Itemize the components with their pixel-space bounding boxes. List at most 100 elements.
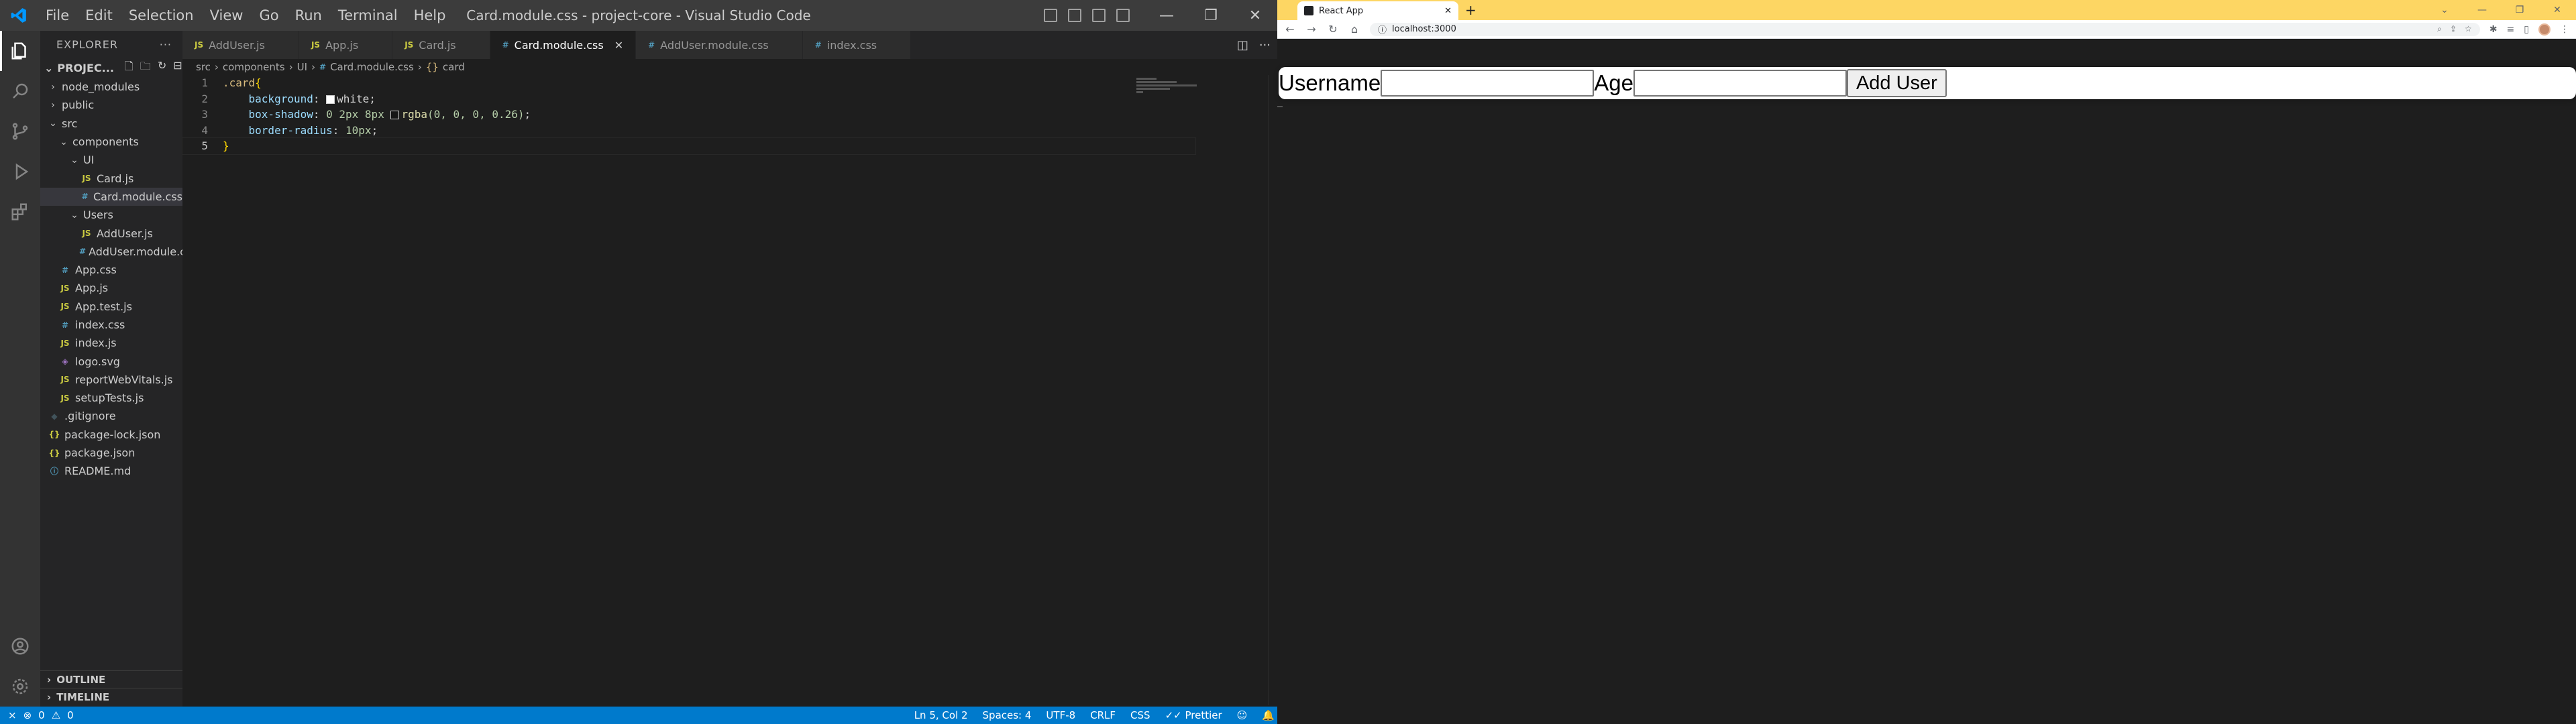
back-arrow-icon[interactable]: ← [1284,23,1296,36]
minimize-icon[interactable]: — [1144,0,1189,31]
remote-icon[interactable]: ⨯ [8,709,17,721]
new-tab-icon[interactable]: + [1465,1,1477,20]
color-swatch-icon[interactable] [390,111,400,119]
close-tab-icon[interactable]: ✕ [614,39,623,52]
more-actions-icon[interactable]: ··· [160,38,172,51]
breadcrumb-ui[interactable]: UI [297,61,307,73]
editor-tab[interactable]: JS Card.js [392,31,490,59]
menu-selection[interactable]: Selection [121,0,202,31]
menu-kebab-icon[interactable]: ⋮ [2560,24,2569,35]
minimap[interactable] [1136,78,1203,98]
extensions-icon[interactable] [0,192,40,232]
refresh-icon[interactable]: ↻ [158,59,166,77]
menu-edit[interactable]: Edit [77,0,121,31]
tree-item[interactable]: JS App.js [40,279,182,297]
address-bar[interactable]: ⓘ localhost:3000 ⌕ ⇪ ☆ [1370,22,2480,36]
menu-file[interactable]: File [38,0,77,31]
encoding[interactable]: UTF-8 [1046,709,1075,721]
tree-item[interactable]: › node_modules [40,78,182,96]
tree-item[interactable]: JS reportWebVitals.js [40,371,182,389]
project-root[interactable]: ⌄ PROJEC... 🗋 🗀 ↻ ⊟ [40,58,182,78]
restore-icon[interactable]: ❐ [2501,0,2538,20]
menu-view[interactable]: View [202,0,252,31]
outline-section[interactable]: › OUTLINE [40,670,182,688]
toggle-panel-icon[interactable] [1068,9,1081,22]
tree-item[interactable]: › public [40,96,182,114]
accounts-icon[interactable] [0,626,40,666]
minimize-icon[interactable]: — [2463,0,2501,20]
bookmark-star-icon[interactable]: ☆ [2465,24,2472,34]
timeline-section[interactable]: › TIMELINE [40,688,182,705]
cursor-position[interactable]: Ln 5, Col 2 [914,709,968,721]
customize-layout-icon[interactable] [1116,9,1130,22]
editor-tab[interactable]: # index.css [802,31,912,59]
menu-go[interactable]: Go [251,0,286,31]
breadcrumb-src[interactable]: src [196,61,211,73]
search-icon[interactable] [0,71,40,111]
collapse-all-icon[interactable]: ⊟ [173,59,182,77]
color-swatch-icon[interactable] [326,95,335,104]
home-icon[interactable]: ⌂ [1348,23,1360,36]
tree-item[interactable]: JS index.js [40,334,182,352]
profile-avatar[interactable] [2538,23,2551,36]
end-of-line[interactable]: CRLF [1090,709,1116,721]
breadcrumb-components[interactable]: components [223,61,285,73]
username-input[interactable] [1381,70,1595,97]
split-editor-icon[interactable]: ◫ [1237,38,1248,52]
editor-tab[interactable]: # Card.module.css ✕ [490,31,637,59]
tree-item[interactable]: ◆ .gitignore [40,407,182,425]
zoom-icon[interactable]: ⌕ [2437,24,2442,34]
add-user-button[interactable]: Add User [1846,69,1947,97]
menu-run[interactable]: Run [287,0,330,31]
tree-item[interactable]: ⌄ UI [40,151,182,169]
breadcrumb-file[interactable]: Card.module.css [330,61,414,73]
warning-count[interactable]: 0 [67,709,74,721]
feedback-icon[interactable]: ☺ [1237,709,1248,721]
explorer-icon[interactable] [0,31,40,71]
chevron-down-icon[interactable]: ⌄ [2426,0,2463,20]
close-tab-icon[interactable]: ✕ [1444,6,1452,16]
tree-item[interactable]: # index.css [40,316,182,334]
share-icon[interactable]: ⇪ [2450,24,2457,34]
tree-item[interactable]: ⌄ Users [40,206,182,224]
toggle-primary-sidebar-icon[interactable] [1044,9,1057,22]
notifications-bell-icon[interactable]: 🔔 [1262,709,1275,721]
breadcrumb-symbol[interactable]: card [443,61,465,73]
tree-item[interactable]: JS Card.js [40,169,182,187]
site-info-icon[interactable]: ⓘ [1378,23,1387,36]
settings-gear-icon[interactable] [0,666,40,707]
media-controls-icon[interactable]: ≡ [2507,24,2515,35]
indentation[interactable]: Spaces: 4 [983,709,1032,721]
reload-icon[interactable]: ↻ [1327,23,1339,36]
tree-item[interactable]: ⓘ README.md [40,462,182,480]
editor-tab[interactable]: JS AddUser.js [182,31,299,59]
code-editor[interactable]: 1 .card{ 2 background: white; 3 box-shad… [182,75,1196,155]
tree-item[interactable]: ⌄ src [40,115,182,133]
age-input[interactable] [1633,70,1847,97]
menu-terminal[interactable]: Terminal [330,0,406,31]
error-count[interactable]: 0 [38,709,45,721]
editor-tab[interactable]: # AddUser.module.css [636,31,803,59]
tree-item[interactable]: # Card.module.css [40,187,182,206]
tree-item[interactable]: JS setupTests.js [40,389,182,407]
tree-item[interactable]: ⌄ components [40,133,182,151]
browser-tab[interactable]: React App ✕ [1297,1,1458,20]
close-icon[interactable]: ✕ [1233,0,1277,31]
new-folder-icon[interactable]: 🗀 [140,59,151,77]
tree-item[interactable]: JS AddUser.js [40,224,182,242]
run-debug-icon[interactable] [0,152,40,192]
extensions-puzzle-icon[interactable]: ✱ [2489,24,2498,35]
source-control-icon[interactable] [0,111,40,152]
toggle-secondary-sidebar-icon[interactable] [1092,9,1106,22]
editor-tab[interactable]: JS App.js [299,31,393,59]
close-icon[interactable]: ✕ [2538,0,2576,20]
more-actions-icon[interactable]: ··· [1259,38,1271,52]
menu-help[interactable]: Help [406,0,454,31]
overview-ruler[interactable] [1268,75,1277,705]
language-mode[interactable]: CSS [1130,709,1150,721]
tree-item[interactable]: #AddUser.module.css [40,243,182,261]
new-file-icon[interactable]: 🗋 [125,59,133,77]
restore-icon[interactable]: ❐ [1189,0,1233,31]
forward-arrow-icon[interactable]: → [1305,23,1318,36]
tree-item[interactable]: {} package.json [40,444,182,462]
